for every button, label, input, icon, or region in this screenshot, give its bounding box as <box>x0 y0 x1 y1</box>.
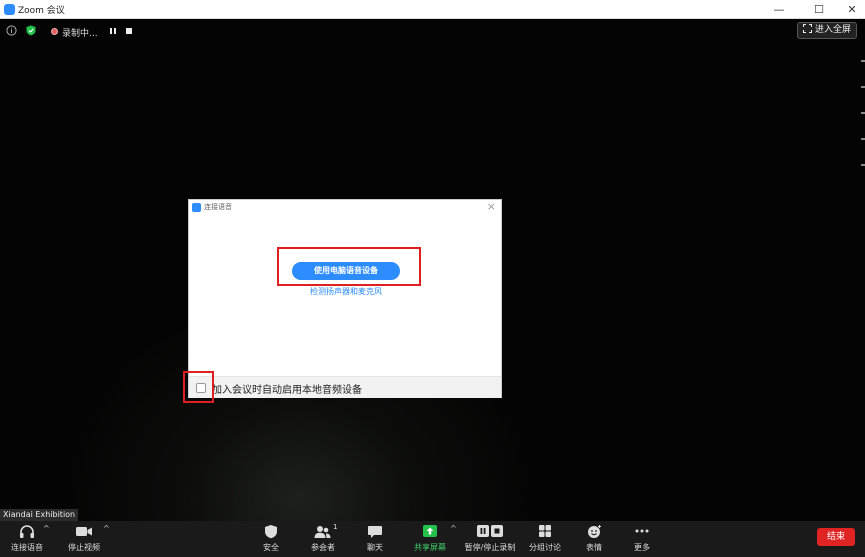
headphones-icon <box>20 525 34 538</box>
stop-recording-icon[interactable] <box>125 27 133 38</box>
edge-fragment <box>861 60 865 62</box>
share-options-chevron-up-icon[interactable]: ^ <box>450 524 457 533</box>
stop-video-button[interactable]: 停止视频 <box>63 521 105 557</box>
recording-dot-icon <box>51 28 58 35</box>
recording-status: 录制中... <box>62 29 98 39</box>
maximize-button[interactable]: ☐ <box>806 0 832 19</box>
chat-bubble-icon <box>368 526 382 538</box>
join-audio-button[interactable]: 连接语音 <box>6 521 48 557</box>
more-button[interactable]: 更多 <box>626 521 658 557</box>
zoom-logo-icon <box>4 4 15 15</box>
pause-stop-recording-label: 暂停/停止录制 <box>464 543 516 552</box>
meeting-toolbar: 连接语音 ^ 停止视频 ^ 安全 参会者 1 聊天 共享屏幕 ^ 暂停/停止录制 <box>0 521 865 557</box>
reactions-label: 表情 <box>586 543 602 552</box>
dialog-footer: 加入会议时自动启用本地音频设备 <box>189 376 501 398</box>
recording-controls-icon <box>477 525 503 537</box>
fullscreen-label: 进入全屏 <box>814 25 851 35</box>
zoom-window: Zoom 会议 — ☐ ✕ 录制中... 进入全屏 连接语音 × 使用电脑语音设… <box>0 0 865 557</box>
auto-join-audio-label[interactable]: 加入会议时自动启用本地音频设备 <box>212 381 362 396</box>
video-options-chevron-up-icon[interactable]: ^ <box>103 524 110 533</box>
edge-fragment <box>861 138 865 140</box>
participants-label: 参会者 <box>311 543 335 552</box>
share-screen-button[interactable]: 共享屏幕 <box>409 521 451 557</box>
pause-stop-recording-button[interactable]: 暂停/停止录制 <box>462 521 518 557</box>
zoom-logo-icon <box>192 203 201 212</box>
participant-name-label: Xiandai Exhibition <box>0 509 79 521</box>
chat-button[interactable]: 聊天 <box>357 521 393 557</box>
participants-icon <box>314 526 331 538</box>
info-icon[interactable] <box>6 25 17 39</box>
encryption-shield-icon[interactable] <box>26 25 36 39</box>
end-meeting-button[interactable]: 结束 <box>817 528 855 546</box>
highlight-box <box>183 371 214 403</box>
share-screen-icon <box>423 525 437 537</box>
edge-fragment <box>861 86 865 88</box>
edge-fragment <box>861 164 865 166</box>
more-label: 更多 <box>634 543 650 552</box>
breakout-rooms-button[interactable]: 分组讨论 <box>526 521 564 557</box>
share-screen-label: 共享屏幕 <box>414 543 446 552</box>
breakout-rooms-icon <box>539 525 551 537</box>
audio-options-chevron-up-icon[interactable]: ^ <box>43 524 50 533</box>
close-window-button[interactable]: ✕ <box>839 0 865 19</box>
participants-count: 1 <box>333 523 338 531</box>
stop-video-label: 停止视频 <box>68 543 100 552</box>
connect-audio-dialog: 连接语音 × 使用电脑语音设备 检测扬声器和麦克风 加入会议时自动启用本地音频设… <box>183 199 503 403</box>
test-speaker-mic-link[interactable]: 检测扬声器和麦克风 <box>189 286 503 297</box>
fullscreen-icon <box>803 24 813 33</box>
meeting-topbar: 录制中... <box>0 22 865 40</box>
join-audio-label: 连接语音 <box>11 543 43 552</box>
security-shield-icon <box>265 525 277 539</box>
security-label: 安全 <box>263 543 279 552</box>
join-computer-audio-button[interactable]: 使用电脑语音设备 <box>292 262 400 280</box>
edge-fragment <box>861 112 865 114</box>
more-dots-icon <box>635 529 649 533</box>
chat-label: 聊天 <box>367 543 383 552</box>
emoji-icon <box>587 525 601 538</box>
dialog-close-icon[interactable]: × <box>487 200 496 213</box>
dialog-title: 连接语音 <box>204 203 232 211</box>
breakout-rooms-label: 分组讨论 <box>529 543 561 552</box>
pause-recording-icon[interactable] <box>109 27 117 38</box>
window-title: Zoom 会议 <box>18 6 65 16</box>
security-button[interactable]: 安全 <box>253 521 289 557</box>
title-bar: Zoom 会议 — ☐ ✕ <box>0 0 865 19</box>
reactions-button[interactable]: 表情 <box>578 521 610 557</box>
video-camera-icon <box>76 527 92 536</box>
enter-fullscreen-button[interactable]: 进入全屏 <box>797 22 857 39</box>
minimize-button[interactable]: — <box>766 0 792 19</box>
